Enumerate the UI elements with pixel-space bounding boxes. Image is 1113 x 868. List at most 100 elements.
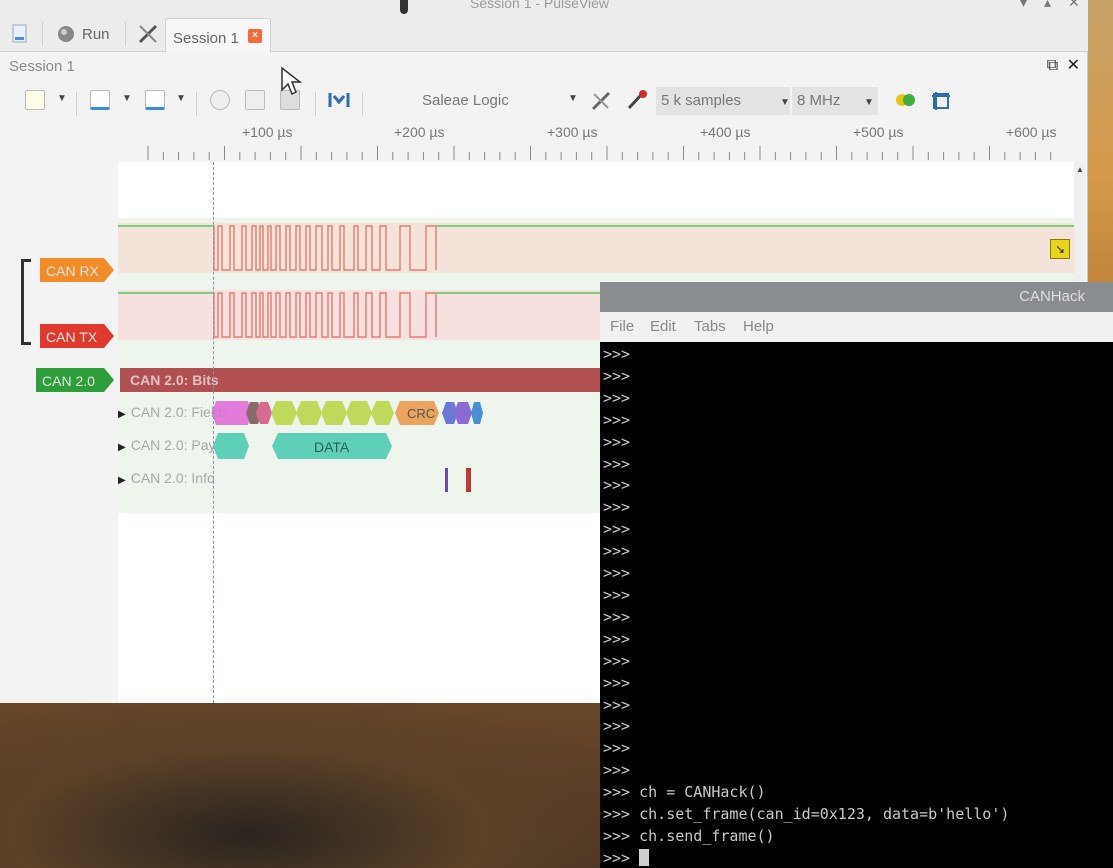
chevron-down-icon[interactable]: ▼ bbox=[864, 97, 874, 108]
minimize-icon[interactable]: ▾ bbox=[1020, 0, 1027, 11]
tab-bar: Run Session 1 × bbox=[0, 14, 1088, 52]
terminal-line: >>> bbox=[603, 345, 631, 363]
export-icon[interactable] bbox=[145, 90, 165, 110]
can-rx-waveform bbox=[118, 225, 1074, 271]
terminal-line: >>> bbox=[603, 542, 631, 561]
menu-tabs[interactable]: Tabs bbox=[694, 318, 726, 335]
field-annotation[interactable] bbox=[371, 401, 394, 425]
expand-triangle-icon[interactable]: ▶ bbox=[118, 442, 126, 453]
decoder-label-can[interactable]: CAN 2.0 bbox=[36, 368, 114, 392]
field-annotation[interactable] bbox=[346, 401, 372, 425]
sample-count-value: 5 k samples bbox=[661, 92, 742, 109]
channel-name: CAN TX bbox=[46, 329, 98, 345]
terminal-line: >>> bbox=[603, 629, 631, 648]
probe-icon[interactable] bbox=[626, 89, 648, 111]
decoder-name: CAN 2.0 bbox=[42, 373, 95, 389]
field-annotation[interactable] bbox=[296, 401, 322, 425]
terminal-line: >>> bbox=[603, 695, 631, 714]
session-subheader: Session 1 ⧉ ✕ bbox=[0, 55, 1088, 79]
device-selector[interactable]: Saleae Logic bbox=[422, 92, 509, 109]
field-annotation[interactable] bbox=[321, 401, 347, 425]
terminal-line: >>> bbox=[603, 761, 631, 780]
math-signal-icon[interactable] bbox=[930, 90, 952, 112]
terminal-line: >>> bbox=[603, 564, 631, 583]
menu-help[interactable]: Help bbox=[743, 318, 774, 335]
terminal-output[interactable]: >>> >>> >>> >>> >>> >>> >>> >>> >>> >>> >>> >>> >>> >… bbox=[603, 344, 1111, 868]
menu-edit[interactable]: Edit bbox=[650, 318, 676, 335]
maximize-icon[interactable]: ▴ bbox=[1044, 0, 1051, 11]
ruler-label: +300 µs bbox=[547, 124, 598, 140]
terminal-menubar: File Edit Tabs Help bbox=[600, 312, 1113, 342]
ruler-label: +200 µs bbox=[394, 124, 445, 140]
window-titlebar[interactable]: Session 1 - PulseView ▾ ▴ ✕ bbox=[0, 0, 1088, 14]
channel-label-can-rx[interactable]: CAN RX bbox=[40, 258, 114, 282]
terminal-command-line: >>> ch.send_frame() bbox=[603, 826, 775, 845]
run-icon bbox=[58, 26, 74, 42]
bits-row-label: CAN 2.0: Bits bbox=[130, 372, 219, 388]
channel-group-bracket bbox=[21, 259, 31, 345]
ruler-ticks bbox=[147, 146, 1052, 160]
expand-triangle-icon[interactable]: ▶ bbox=[118, 409, 126, 420]
chevron-down-icon[interactable]: ▼ bbox=[57, 93, 67, 104]
close-window-icon[interactable]: ✕ bbox=[1068, 0, 1080, 11]
samplerate-select[interactable]: 8 MHz ▼ bbox=[792, 87, 878, 115]
tab-session-1[interactable]: Session 1 × bbox=[165, 18, 271, 52]
settings-tools-button[interactable] bbox=[137, 22, 159, 46]
menu-file[interactable]: File bbox=[610, 318, 634, 335]
dock-controls[interactable]: ⧉ ✕ bbox=[1047, 55, 1080, 75]
terminal-line: >>> bbox=[603, 651, 631, 670]
close-dock-icon[interactable]: ✕ bbox=[1067, 57, 1080, 74]
new-session-button[interactable] bbox=[10, 22, 30, 46]
run-button[interactable]: Run bbox=[56, 22, 110, 46]
save-icon[interactable] bbox=[90, 90, 110, 110]
terminal-line: >>> bbox=[603, 607, 631, 626]
terminal-line: >>> bbox=[603, 410, 631, 429]
zoom-fit-icon[interactable] bbox=[245, 90, 265, 110]
add-decoder-icon[interactable] bbox=[894, 92, 918, 108]
cursor-pair-icon[interactable] bbox=[327, 90, 351, 110]
channel-label-can-tx[interactable]: CAN TX bbox=[40, 324, 114, 348]
chevron-down-icon[interactable]: ▼ bbox=[568, 93, 578, 104]
terminal-command-line: >>> ch.set_frame(can_id=0x123, data=b'he… bbox=[603, 805, 1010, 824]
trigger-icon[interactable]: ↘ bbox=[1050, 239, 1070, 259]
open-file-icon[interactable] bbox=[25, 90, 45, 110]
tab-close-icon[interactable]: × bbox=[248, 29, 262, 43]
can-tx-waveform bbox=[118, 292, 600, 338]
terminal-line: >>> bbox=[603, 498, 631, 517]
terminal-titlebar[interactable]: CANHack bbox=[600, 282, 1113, 312]
terminal-line: >>> bbox=[603, 520, 631, 539]
field-annotation[interactable] bbox=[271, 401, 297, 425]
window-title: Session 1 - PulseView bbox=[470, 0, 610, 11]
float-icon[interactable]: ⧉ bbox=[1047, 57, 1058, 74]
tools-icon bbox=[138, 24, 158, 44]
run-label: Run bbox=[82, 25, 110, 43]
field-crc-label: CRC bbox=[407, 406, 435, 421]
sample-count-select[interactable]: 5 k samples ▼ bbox=[656, 87, 790, 115]
field-annotation[interactable] bbox=[454, 402, 472, 424]
main-toolbar: ▼ ▼ ▼ Saleae Logic ▼ 5 k samples ▼ 8 MHz… bbox=[0, 84, 1088, 118]
ruler-label: +500 µs bbox=[853, 124, 904, 140]
decoder-bits-row[interactable]: CAN 2.0: Bits bbox=[120, 368, 602, 392]
terminal-line: >>> bbox=[603, 585, 631, 604]
zoom-in-icon[interactable] bbox=[210, 90, 230, 110]
field-annotation[interactable] bbox=[471, 402, 483, 424]
decoder-annotations: CRC DATA bbox=[212, 401, 483, 492]
time-cursor-marker[interactable] bbox=[213, 162, 214, 703]
expand-triangle-icon[interactable]: ▶ bbox=[118, 475, 126, 486]
time-ruler[interactable]: +100 µs +200 µs +300 µs +400 µs +500 µs … bbox=[118, 122, 1078, 162]
terminal-input-line[interactable]: >>> bbox=[603, 848, 1111, 868]
info-annotation[interactable] bbox=[466, 468, 471, 492]
decoder-row-info[interactable]: ▶ CAN 2.0: Info bbox=[118, 470, 215, 486]
terminal-line: >>> bbox=[603, 739, 631, 758]
info-annotation[interactable] bbox=[445, 468, 448, 492]
terminal-line: >>> bbox=[603, 388, 631, 407]
terminal-line: >>> bbox=[603, 432, 631, 451]
chevron-down-icon[interactable]: ▼ bbox=[780, 97, 790, 108]
canhack-terminal-window[interactable]: CANHack File Edit Tabs Help >>> >>> >>> >>>… bbox=[600, 282, 1113, 868]
payload-annotation[interactable] bbox=[213, 433, 249, 459]
chevron-down-icon[interactable]: ▼ bbox=[122, 93, 132, 104]
channel-name: CAN RX bbox=[46, 263, 99, 279]
terminal-line: >>> bbox=[603, 476, 631, 495]
configure-device-icon[interactable] bbox=[590, 90, 614, 112]
chevron-down-icon[interactable]: ▼ bbox=[176, 93, 186, 104]
